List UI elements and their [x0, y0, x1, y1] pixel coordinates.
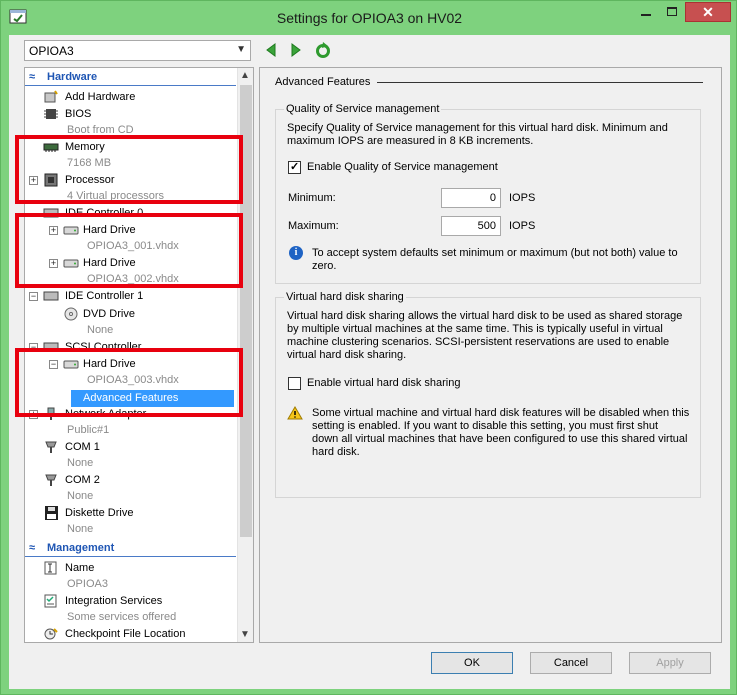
detail-pane-title: Advanced Features — [275, 76, 371, 88]
highlight-box-ide-hard-drives — [15, 213, 243, 288]
apply-button[interactable]: Apply — [629, 652, 711, 674]
dvd-drive-subtext: None — [87, 324, 114, 336]
maximum-unit-label: IOPS — [509, 220, 536, 232]
close-icon: ✕ — [702, 4, 714, 20]
title-bar[interactable]: Settings for OPIOA3 on HV02 ✕ — [1, 1, 737, 35]
dialog-client-area: OPIOA3 ▼ ≈ Hardware Add Hardware BIOS Bo… — [9, 35, 730, 689]
hardware-section-header[interactable]: ≈ Hardware — [25, 71, 236, 86]
forward-arrow-icon[interactable] — [290, 43, 302, 57]
qos-group: Quality of Service management Specify Qu… — [275, 103, 701, 284]
close-button[interactable]: ✕ — [685, 2, 731, 22]
minimize-icon — [641, 14, 651, 16]
scroll-down-icon[interactable]: ▼ — [240, 629, 250, 640]
vm-selector-value: OPIOA3 — [29, 44, 74, 58]
warning-icon — [287, 406, 303, 420]
minimum-label: Minimum: — [288, 192, 336, 204]
minimum-unit-label: IOPS — [509, 192, 536, 204]
com-port-icon — [45, 441, 57, 453]
bios-chip-icon — [44, 109, 58, 119]
diskette-drive-subtext: None — [67, 523, 94, 535]
add-hardware-icon — [44, 90, 58, 103]
sharing-description-line3: machine clustering scenarios. SCSI-persi… — [287, 336, 670, 348]
refresh-icon[interactable] — [314, 41, 332, 59]
settings-window: Settings for OPIOA3 on HV02 ✕ OPIOA3 ▼ ≈… — [0, 0, 737, 695]
enable-qos-checkbox[interactable]: ✓ — [288, 161, 301, 174]
back-arrow-icon[interactable] — [265, 43, 277, 57]
minimum-iops-input[interactable] — [441, 188, 501, 208]
name-field-icon — [44, 561, 57, 575]
ok-button[interactable]: OK — [431, 652, 513, 674]
sharing-description-line4: virtual hard disk sharing. — [287, 349, 407, 361]
floppy-disk-icon — [45, 506, 58, 520]
highlight-box-memory-processor — [15, 135, 243, 204]
scroll-up-icon[interactable]: ▲ — [240, 70, 250, 81]
integration-services-subtext: Some services offered — [67, 611, 177, 623]
sharing-description-line2: by multiple virtual machines at the same… — [287, 323, 663, 335]
maximum-iops-input[interactable] — [441, 216, 501, 236]
vhd-sharing-group: Virtual hard disk sharing Virtual hard d… — [275, 291, 701, 498]
collapse-icon[interactable]: − — [29, 292, 38, 301]
qos-info-line1: To accept system defaults set minimum or… — [312, 247, 678, 259]
collapse-chevron-icon: ≈ — [29, 542, 36, 554]
sharing-warning-line2: setting is enabled. If you want to disab… — [312, 420, 659, 432]
maximize-button[interactable] — [659, 2, 685, 22]
checkpoint-icon — [44, 628, 58, 640]
vhd-sharing-group-title: Virtual hard disk sharing — [284, 291, 406, 303]
minimize-button[interactable] — [633, 2, 659, 22]
collapse-chevron-icon: ≈ — [29, 71, 36, 83]
sharing-warning-line4: hard disk. — [312, 446, 360, 458]
sharing-description-line1: Virtual hard disk sharing allows the vir… — [287, 310, 683, 322]
network-adapter-subtext: Public#1 — [67, 424, 110, 436]
window-title: Settings for OPIOA3 on HV02 — [276, 10, 463, 26]
maximum-label: Maximum: — [288, 220, 339, 232]
qos-info-line2: zero. — [312, 260, 337, 272]
qos-description-line1: Specify Quality of Service management fo… — [287, 122, 668, 134]
cancel-button[interactable]: Cancel — [530, 652, 612, 674]
checkmark-icon: ✓ — [290, 161, 300, 173]
highlight-box-scsi-hard-drive — [15, 348, 243, 417]
sharing-warning-line1: Some virtual machine and virtual hard di… — [312, 407, 690, 419]
qos-description-line2: maximum IOPS are measured in 8 KB increm… — [287, 135, 534, 147]
qos-group-title: Quality of Service management — [284, 103, 442, 115]
com-2-subtext: None — [67, 490, 94, 502]
sharing-warning-line3: down all virtual machines that have been… — [312, 433, 688, 445]
dvd-disc-icon — [64, 307, 78, 321]
title-divider — [377, 82, 703, 83]
enable-sharing-label: Enable virtual hard disk sharing — [307, 377, 461, 389]
com-1-subtext: None — [67, 457, 94, 469]
name-subtext: OPIOA3 — [67, 578, 108, 590]
enable-qos-label: Enable Quality of Service management — [307, 161, 498, 173]
vm-selector-dropdown[interactable]: OPIOA3 ▼ — [24, 40, 251, 61]
ide-controller-icon — [43, 291, 59, 301]
management-section-header[interactable]: ≈ Management — [25, 542, 236, 557]
detail-pane: Advanced Features Quality of Service man… — [259, 67, 722, 643]
maximize-icon — [667, 7, 677, 16]
enable-sharing-checkbox[interactable] — [288, 377, 301, 390]
chevron-down-icon: ▼ — [236, 44, 246, 55]
com-port-icon — [45, 474, 57, 486]
integration-services-icon — [44, 594, 57, 608]
info-icon: i — [289, 246, 303, 260]
